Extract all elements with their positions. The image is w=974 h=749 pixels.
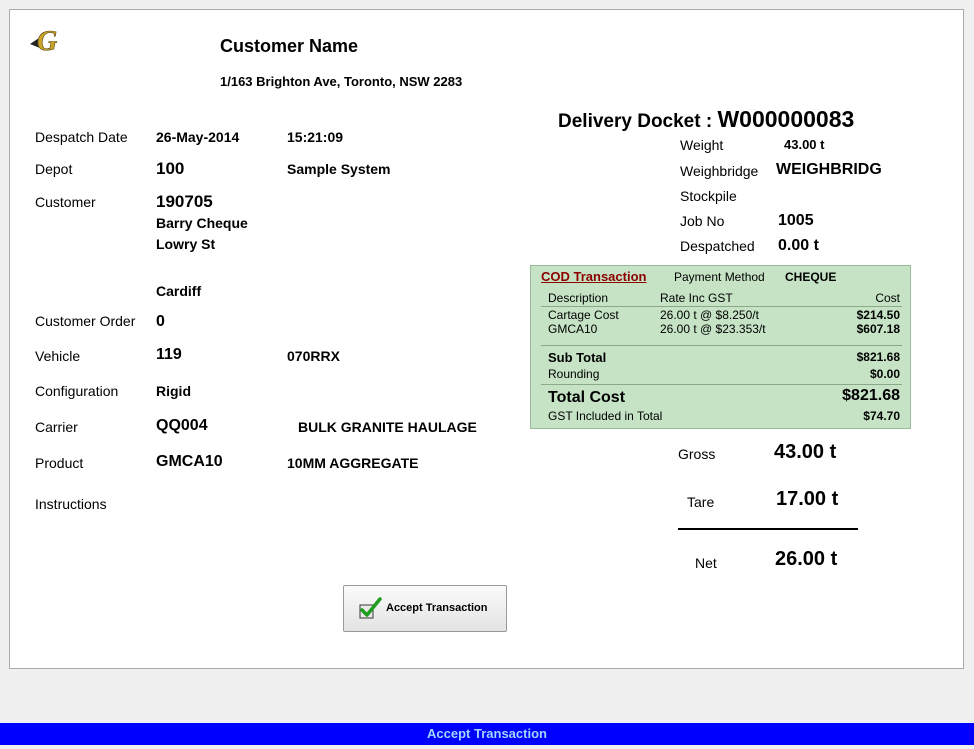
total-divider — [541, 384, 902, 385]
header-divider — [541, 306, 902, 307]
carrier-value: QQ004 — [156, 417, 208, 434]
customer-line2: Lowry St — [156, 236, 216, 252]
weighbridge-label: Weighbridge — [680, 163, 759, 179]
tare-label: Tare — [687, 494, 715, 510]
carrier-label: Carrier — [35, 419, 78, 435]
subtotal-divider — [541, 345, 902, 346]
despatch-time-value: 15:21:09 — [287, 129, 344, 145]
logo-letter: G — [37, 26, 57, 56]
net-divider — [678, 528, 858, 530]
customer-order-label: Customer Order — [35, 313, 136, 329]
row-product-cost: $607.18 — [856, 322, 900, 336]
payment-method-value: CHEQUE — [785, 270, 837, 284]
despatched-value: 0.00 t — [778, 237, 819, 254]
weight-label: Weight — [680, 137, 724, 153]
vehicle-label: Vehicle — [35, 348, 81, 364]
row-product-rate: 26.00 t @ $23.353/t — [660, 322, 766, 336]
payment-method-label: Payment Method — [674, 270, 765, 284]
accept-transaction-button[interactable]: Accept Transaction — [343, 585, 507, 632]
total-cost-value: $821.68 — [842, 387, 900, 404]
despatch-date-value: 26-May-2014 — [156, 129, 240, 145]
gst-label: GST Included in Total — [548, 409, 663, 423]
weighbridge-value: WEIGHBRIDG — [776, 161, 882, 178]
gross-value: 43.00 t — [774, 441, 837, 463]
product-value: GMCA10 — [156, 453, 223, 470]
vehicle-rego-value: 070RRX — [287, 348, 340, 364]
customer-label: Customer — [35, 194, 96, 210]
row-product-description: GMCA10 — [548, 322, 598, 336]
company-logo: G — [28, 24, 68, 57]
vehicle-value: 119 — [156, 346, 182, 363]
docket-heading: Delivery Docket : W000000083 — [558, 106, 854, 133]
depot-label: Depot — [35, 161, 73, 177]
gross-label: Gross — [678, 446, 716, 462]
sub-total-value: $821.68 — [856, 350, 900, 364]
product-name-value: 10MM AGGREGATE — [287, 455, 419, 471]
row-cartage-cost: $214.50 — [856, 308, 900, 322]
docket-title: Delivery Docket : — [558, 111, 718, 132]
total-cost-label: Total Cost — [548, 389, 626, 406]
customer-name-title: Customer Name — [220, 36, 359, 56]
tare-value: 17.00 t — [776, 488, 839, 510]
despatched-label: Despatched — [680, 238, 755, 254]
col-description-header: Description — [548, 291, 609, 305]
depot-name-value: Sample System — [287, 161, 391, 177]
sub-total-label: Sub Total — [548, 350, 607, 365]
col-rate-header: Rate Inc GST — [660, 291, 733, 305]
gst-value: $74.70 — [863, 409, 900, 423]
net-value: 26.00 t — [775, 548, 838, 570]
cod-title: COD Transaction — [541, 269, 647, 284]
customer-line3: Cardiff — [156, 283, 202, 299]
row-cartage-rate: 26.00 t @ $8.250/t — [660, 308, 759, 322]
customer-line1: Barry Cheque — [156, 215, 248, 231]
depot-value: 100 — [156, 159, 185, 178]
configuration-label: Configuration — [35, 383, 119, 399]
carrier-name-value: BULK GRANITE HAULAGE — [298, 419, 477, 435]
stockpile-label: Stockpile — [680, 188, 737, 204]
instructions-label: Instructions — [35, 496, 107, 512]
docket-number: W000000083 — [717, 106, 855, 132]
checkmark-icon — [358, 596, 382, 620]
status-bar: Accept Transaction — [0, 723, 974, 745]
cod-transaction-box: COD Transaction Payment Method CHEQUE De… — [530, 265, 911, 429]
customer-order-value: 0 — [156, 313, 165, 330]
despatch-date-label: Despatch Date — [35, 129, 128, 145]
customer-address: 1/163 Brighton Ave, Toronto, NSW 2283 — [220, 74, 463, 89]
job-no-label: Job No — [680, 213, 725, 229]
product-label: Product — [35, 455, 84, 471]
job-no-value: 1005 — [778, 212, 814, 229]
net-label: Net — [695, 555, 717, 571]
configuration-value: Rigid — [156, 383, 191, 399]
weight-value: 43.00 t — [784, 137, 825, 152]
rounding-label: Rounding — [548, 367, 600, 381]
row-cartage-description: Cartage Cost — [548, 308, 619, 322]
customer-code-value: 190705 — [156, 192, 213, 211]
col-cost-header: Cost — [875, 291, 900, 305]
accept-transaction-label: Accept Transaction — [386, 602, 488, 614]
rounding-value: $0.00 — [869, 367, 900, 381]
